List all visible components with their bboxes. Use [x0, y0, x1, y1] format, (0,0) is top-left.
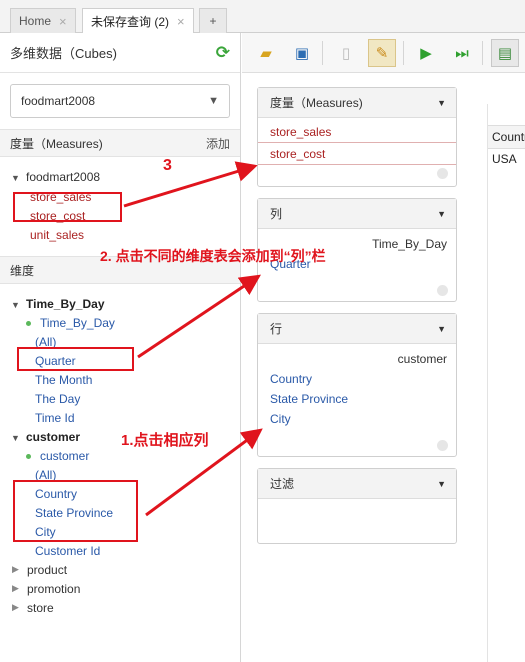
- refresh-icon[interactable]: ⟳: [216, 43, 230, 63]
- annotation-step1: 1.点击相应列: [121, 432, 209, 449]
- collapsed-icon[interactable]: ▶: [12, 564, 19, 575]
- toolbar-divider: [322, 41, 323, 65]
- chevron-down-icon: ▼: [208, 95, 219, 107]
- dimension-time-by-day[interactable]: Time_By_Day: [26, 297, 105, 311]
- expand-icon[interactable]: ▼: [11, 433, 20, 443]
- expand-icon[interactable]: ▼: [11, 173, 20, 183]
- save-icon[interactable]: ▣: [288, 39, 316, 67]
- row-level-item[interactable]: City: [270, 412, 291, 426]
- close-icon[interactable]: ×: [177, 14, 185, 29]
- result-column-header: Country: [488, 125, 525, 149]
- toolbar-divider: [403, 41, 404, 65]
- dropdown-icon[interactable]: ▼: [437, 479, 446, 489]
- filter-zone-header: 过滤 ▼: [258, 469, 456, 499]
- tab-home[interactable]: Home ×: [10, 8, 76, 33]
- dimension-customer[interactable]: customer: [26, 430, 80, 444]
- highlight-measures: [13, 192, 122, 222]
- expand-icon[interactable]: ▼: [11, 300, 20, 310]
- tab-label: 未保存查询 (2): [91, 15, 170, 29]
- measures-section-header: 度量（Measures) 添加: [0, 129, 240, 157]
- level-item[interactable]: The Day: [35, 392, 80, 406]
- plus-icon: +: [209, 14, 217, 28]
- edit-pencil-icon[interactable]: ✎: [368, 39, 396, 67]
- rows-zone-title: 行: [270, 322, 283, 336]
- dropdown-icon[interactable]: ▼: [437, 209, 446, 219]
- open-folder-icon[interactable]: ▰: [252, 39, 280, 67]
- level-item[interactable]: Customer Id: [35, 544, 100, 558]
- measures-zone-header: 度量（Measures) ▼: [258, 88, 456, 118]
- tab-label: Home: [19, 14, 52, 28]
- rows-drop-zone[interactable]: 行 ▼ customer Country State Province City: [257, 313, 457, 457]
- run-query-icon[interactable]: ▶: [412, 39, 440, 67]
- measure-item[interactable]: unit_sales: [30, 228, 84, 242]
- tab-new[interactable]: +: [199, 8, 227, 33]
- filter-zone-title: 过滤: [270, 477, 295, 491]
- clear-icon[interactable]: [437, 168, 448, 179]
- hierarchy-dot-icon: [26, 321, 31, 326]
- cube-select-value: foodmart2008: [21, 94, 96, 108]
- cube-panel-header: 多维数据（Cubes) ⟳: [0, 33, 240, 73]
- hierarchy-customer[interactable]: customer: [40, 449, 89, 463]
- columns-zone-title: 列: [270, 207, 283, 221]
- row-level-item[interactable]: Country: [270, 372, 312, 386]
- query-toolbar: ▰ ▣ ▯ ✎ ▶ ⏭ ▤: [242, 33, 525, 73]
- selected-measure[interactable]: store_sales: [258, 122, 456, 143]
- rows-zone-header: 行 ▼: [258, 314, 456, 344]
- dropdown-icon[interactable]: ▼: [437, 324, 446, 334]
- cube-select[interactable]: foodmart2008 ▼: [10, 84, 230, 118]
- dimension-promotion[interactable]: promotion: [27, 582, 80, 596]
- toggle-fields-icon[interactable]: ▤: [491, 39, 519, 67]
- add-measure-button[interactable]: 添加: [206, 135, 230, 152]
- cube-panel-title: 多维数据（Cubes): [10, 46, 117, 61]
- dimension-product[interactable]: product: [27, 563, 67, 577]
- hierarchy-dot-icon: [26, 454, 31, 459]
- measures-drop-zone[interactable]: 度量（Measures) ▼ store_sales store_cost: [257, 87, 457, 187]
- level-item[interactable]: Time Id: [35, 411, 75, 425]
- collapsed-icon[interactable]: ▶: [12, 602, 19, 613]
- close-icon[interactable]: ×: [59, 14, 67, 29]
- selected-measure[interactable]: store_cost: [258, 144, 456, 165]
- measures-group[interactable]: foodmart2008: [26, 170, 100, 184]
- columns-zone-header: 列 ▼: [258, 199, 456, 229]
- dimensions-header-label: 维度: [10, 263, 35, 278]
- dropdown-icon[interactable]: ▼: [437, 98, 446, 108]
- collapsed-icon[interactable]: ▶: [12, 583, 19, 594]
- row-level-item[interactable]: State Province: [270, 392, 348, 406]
- clear-icon[interactable]: [437, 285, 448, 296]
- result-table: Country USA: [487, 104, 525, 662]
- tab-unsaved-query[interactable]: 未保存查询 (2) ×: [82, 8, 194, 34]
- level-item[interactable]: The Month: [35, 373, 92, 387]
- tab-bar: Home × 未保存查询 (2) × +: [0, 0, 525, 34]
- annotation-step2: 2. 点击不同的维度表会添加到“列”栏: [100, 248, 326, 264]
- toolbar-divider: [482, 41, 483, 65]
- new-document-icon[interactable]: ▯: [332, 39, 360, 67]
- highlight-customer-levels: [13, 480, 138, 542]
- columns-hierarchy-label: Time_By_Day: [372, 237, 447, 251]
- measures-zone-title: 度量（Measures): [270, 96, 363, 110]
- annotation-step3: 3: [163, 157, 172, 174]
- hierarchy-time-by-day[interactable]: Time_By_Day: [40, 316, 115, 330]
- dimension-store[interactable]: store: [27, 601, 54, 615]
- clear-icon[interactable]: [437, 440, 448, 451]
- highlight-quarter: [17, 347, 134, 371]
- auto-run-icon[interactable]: ⏭: [448, 39, 476, 67]
- result-cell: USA: [492, 152, 517, 166]
- measures-header-label: 度量（Measures): [10, 136, 103, 151]
- filter-drop-zone[interactable]: 过滤 ▼: [257, 468, 457, 544]
- rows-hierarchy-label: customer: [397, 352, 447, 366]
